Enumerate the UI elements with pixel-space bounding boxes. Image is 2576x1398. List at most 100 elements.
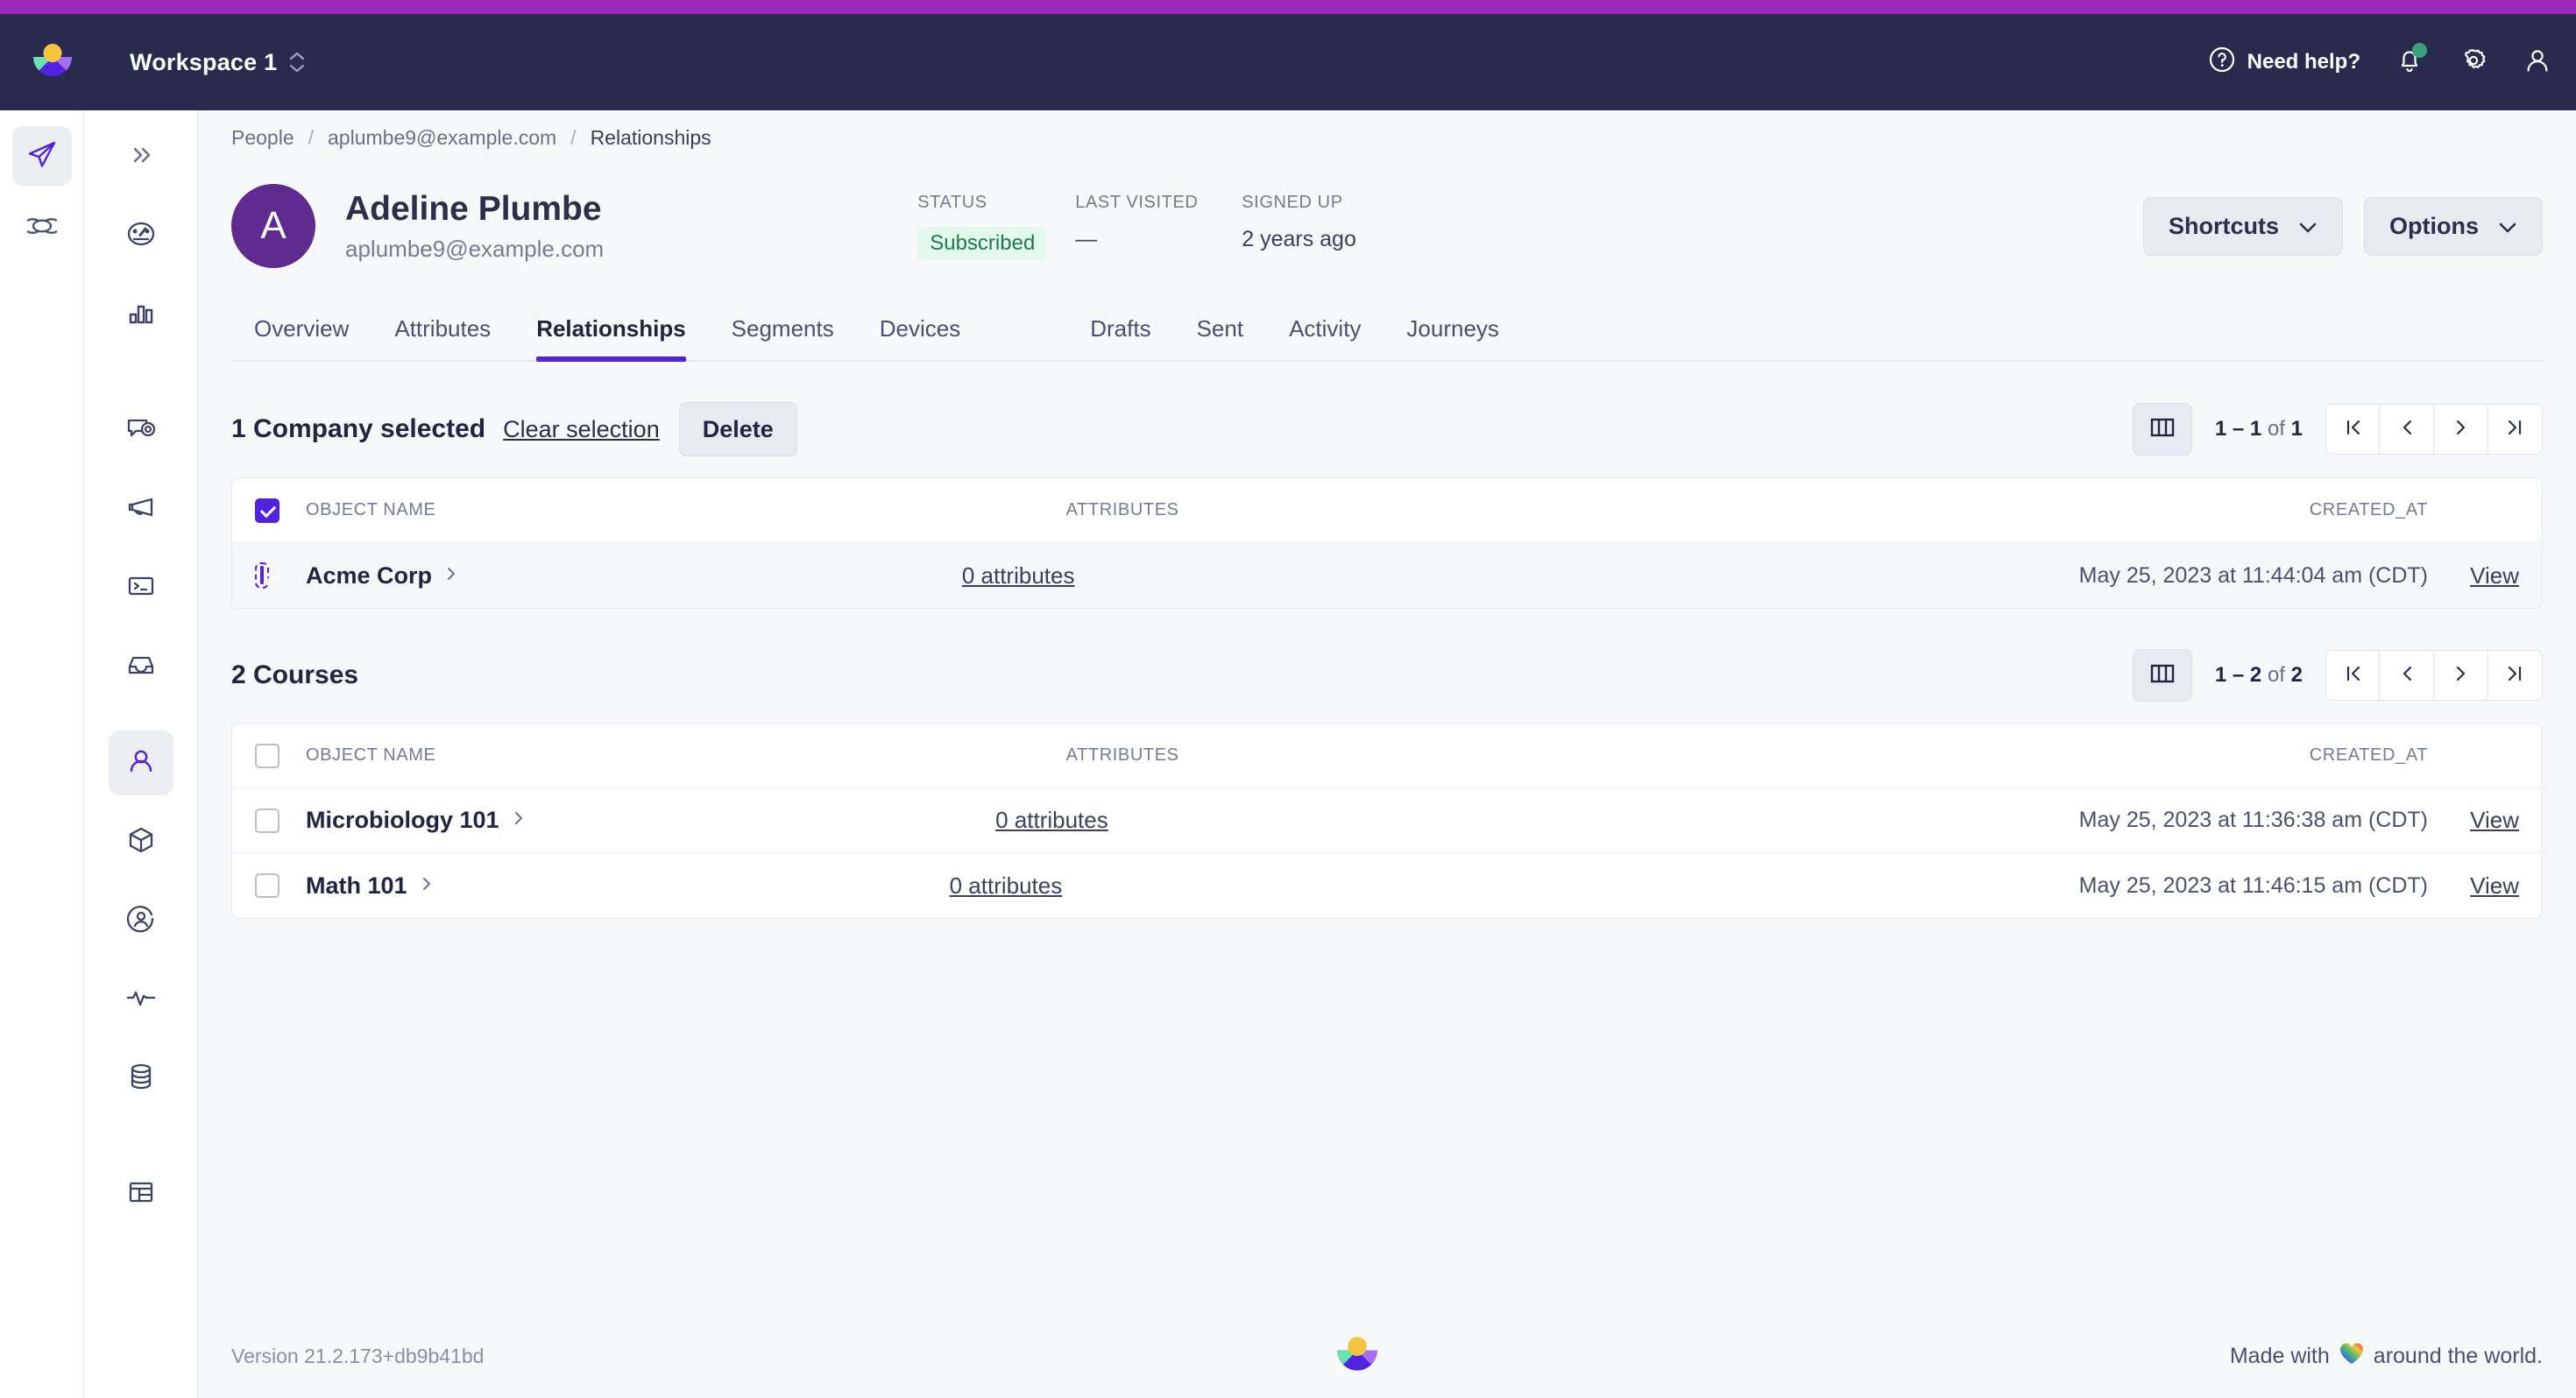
tab-sent[interactable]: Sent [1174,303,1267,360]
nav-item-inbox[interactable] [109,634,173,699]
companies-pagination: 1 – 1 of 1 [2133,403,2543,455]
tab-journeys[interactable]: Journeys [1384,303,1522,360]
nav-item-broadcasts[interactable] [109,477,173,541]
notifications-button[interactable] [2396,46,2424,80]
account-button[interactable] [2523,46,2551,79]
columns-icon [2148,415,2176,444]
meta-status: STATUS Subscribed [917,193,1075,260]
row-checkbox[interactable] [255,873,280,898]
gear-icon [2459,46,2488,80]
nav-item-people[interactable] [109,731,173,795]
column-header-attributes[interactable]: ATTRIBUTES [1066,500,1680,520]
attributes-link[interactable]: 0 attributes [962,562,1075,589]
pager-range: 1 – 1 [2215,417,2261,441]
companies-selection-title: 1 Company selected [231,414,485,444]
tab-devices[interactable]: Devices [857,303,983,360]
tab-attributes[interactable]: Attributes [372,303,513,360]
chevron-right-icon [2451,417,2472,442]
page-next-button[interactable] [2434,650,2488,701]
tab-activity[interactable]: Activity [1266,303,1384,360]
column-header-created-at[interactable]: CREATED_AT [1680,500,2428,520]
columns-toggle-button[interactable] [2133,649,2192,702]
column-header-object-name[interactable]: OBJECT NAME [306,745,1066,766]
tab-relationships[interactable]: Relationships [513,303,708,360]
primary-rail [0,110,84,1398]
table-row[interactable]: Microbiology 101 0 attributes May 25, 20… [232,788,2542,853]
object-name-link[interactable]: Microbiology 101 [306,807,499,834]
attributes-link[interactable]: 0 attributes [995,807,1108,833]
nav-item-reports[interactable] [109,1161,173,1226]
view-link[interactable]: View [2470,562,2519,589]
nav-item-dashboard[interactable] [109,203,173,268]
object-name-link[interactable]: Math 101 [306,872,407,900]
page-prev-button[interactable] [2380,650,2434,701]
tab-segments[interactable]: Segments [709,303,857,360]
pager-range: 1 – 2 [2215,663,2261,687]
nav-item-profiles[interactable] [109,888,173,953]
table-header-row: OBJECT NAME ATTRIBUTES CREATED_AT [232,478,2542,543]
workspace-name: Workspace 1 [130,49,277,76]
gauge-icon [124,218,159,254]
tab-drafts[interactable]: Drafts [1067,303,1173,360]
delete-button[interactable]: Delete [679,402,797,456]
profile-tabs: Overview Attributes Relationships Segmen… [231,303,2543,362]
need-help-button[interactable]: Need help? [2208,46,2360,80]
pager-buttons [2325,650,2543,701]
rainbow-heart-icon [2339,1341,2365,1372]
columns-toggle-button[interactable] [2133,403,2192,455]
page-last-button[interactable] [2488,650,2543,701]
shortcuts-button[interactable]: Shortcuts [2143,197,2343,256]
profile-meta: STATUS Subscribed LAST VISITED — SIGNED … [917,193,1426,260]
breadcrumb-item-people[interactable]: People [231,126,294,150]
nav-item-activity[interactable] [109,967,173,1032]
made-with-text: Made with [2230,1341,2543,1372]
made-with-prefix: Made with [2230,1344,2330,1369]
column-header-created-at[interactable]: CREATED_AT [1680,745,2428,766]
chevron-down-icon [2498,213,2517,240]
created-at-value: May 25, 2023 at 11:44:04 am (CDT) [1575,563,2428,589]
clear-selection-link[interactable]: Clear selection [503,416,660,443]
inbox-icon [125,652,157,682]
page-prev-button[interactable] [2380,404,2434,455]
workspace-switcher[interactable]: Workspace 1 [130,49,305,76]
megaphone-icon [124,493,158,526]
nav-item-messages[interactable] [109,398,173,462]
page-last-button[interactable] [2488,404,2543,455]
nav-item-sources[interactable] [109,1046,173,1111]
table-row[interactable]: Math 101 0 attributes May 25, 2023 at 11… [232,853,2542,918]
select-all-checkbox[interactable] [255,498,280,523]
options-button[interactable]: Options [2364,197,2543,256]
row-checkbox[interactable] [255,808,280,833]
database-icon [126,1062,156,1096]
customerio-logo-icon [1332,1331,1383,1381]
table-row[interactable]: Acme Corp 0 attributes May 25, 2023 at 1… [232,543,2542,608]
chevron-right-icon [420,875,434,897]
need-help-label: Need help? [2247,50,2360,74]
rail-item-campaigns[interactable] [12,126,72,186]
nav-item-expand[interactable] [109,124,173,189]
page-first-button[interactable] [2325,404,2380,455]
column-header-attributes[interactable]: ATTRIBUTES [1066,745,1680,766]
select-all-checkbox[interactable] [255,744,280,768]
nav-item-code[interactable] [109,555,173,620]
page-next-button[interactable] [2434,404,2488,455]
settings-button[interactable] [2459,46,2488,80]
companies-pager-count: 1 – 1 of 1 [2215,417,2303,441]
customerio-logo-icon[interactable] [28,38,77,87]
column-header-object-name[interactable]: OBJECT NAME [306,500,1066,520]
page-first-icon [2342,663,2363,688]
nav-item-objects[interactable] [109,809,173,874]
attributes-link[interactable]: 0 attributes [950,872,1063,899]
layout-table-icon [126,1179,156,1210]
rail-item-data[interactable] [12,198,72,258]
created-at-value: May 25, 2023 at 11:46:15 am (CDT) [1563,873,2428,899]
breadcrumb-item-email[interactable]: aplumbe9@example.com [328,126,556,150]
view-link[interactable]: View [2470,807,2519,833]
companies-table: OBJECT NAME ATTRIBUTES CREATED_AT Acme C… [231,477,2543,609]
view-link[interactable]: View [2470,872,2519,899]
nav-item-metrics[interactable] [109,282,173,347]
row-checkbox[interactable] [260,566,264,584]
page-first-button[interactable] [2325,650,2380,701]
object-name-link[interactable]: Acme Corp [306,562,432,590]
tab-overview[interactable]: Overview [231,303,372,360]
